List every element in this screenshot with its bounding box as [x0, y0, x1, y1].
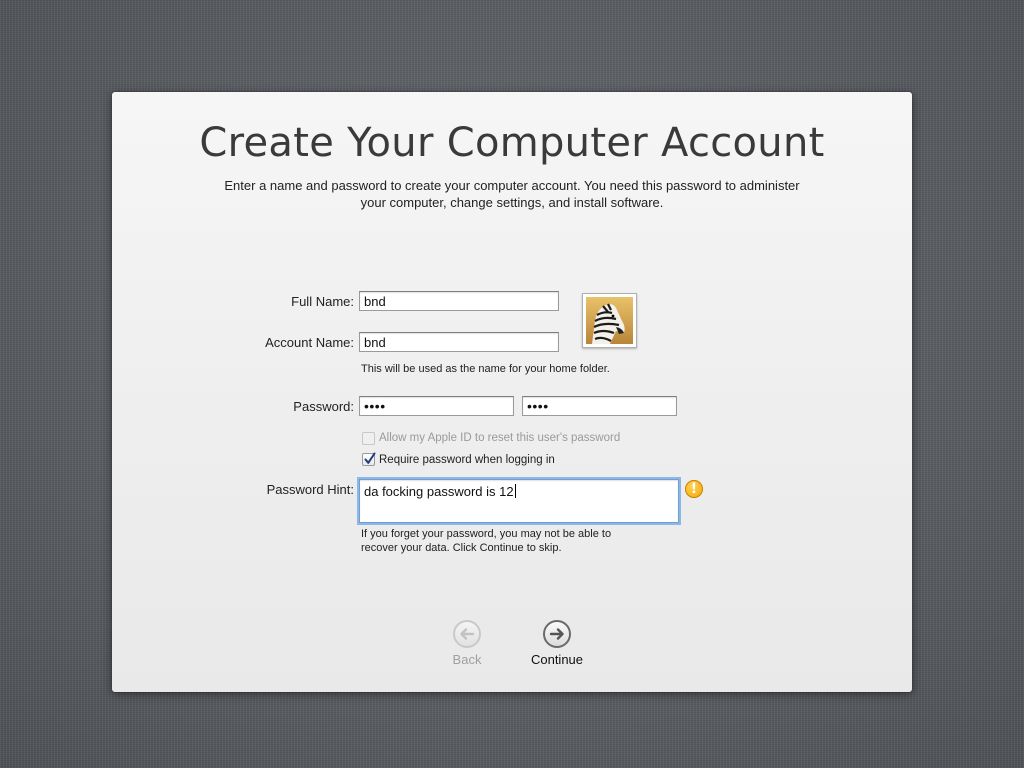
verify-password-field[interactable]: •••• [522, 396, 677, 416]
require-password-label: Require password when logging in [379, 454, 555, 466]
hint-note-line-2: recover your data. Click Continue to ski… [361, 542, 562, 554]
account-name-note: This will be used as the name for your h… [361, 363, 610, 375]
warning-icon[interactable]: ! [685, 480, 703, 498]
account-name-value: bnd [364, 335, 386, 350]
account-name-label: Account Name: [265, 335, 354, 350]
verify-password-value: •••• [527, 398, 549, 414]
password-hint-value: da focking password is 12 [364, 484, 514, 499]
checkmark-icon [364, 452, 376, 464]
back-label: Back [452, 652, 482, 667]
require-password-checkbox[interactable] [362, 452, 376, 466]
text-cursor [514, 484, 516, 498]
zebra-user-picture-icon [586, 297, 633, 344]
back-arrow-icon [453, 620, 481, 648]
continue-arrow-icon [543, 620, 571, 648]
continue-button[interactable]: Continue [522, 620, 592, 667]
page-title: Create Your Computer Account [199, 120, 825, 166]
apple-id-reset-label: Allow my Apple ID to reset this user's p… [379, 432, 621, 444]
password-value: •••• [364, 398, 386, 414]
password-hint-field[interactable]: da focking password is 12 [359, 479, 679, 523]
full-name-value: bnd [364, 294, 386, 309]
full-name-field[interactable]: bnd [359, 291, 559, 311]
continue-label: Continue [530, 652, 584, 667]
page-subtitle: Enter a name and password to create your… [224, 178, 800, 210]
user-picture-button[interactable] [582, 293, 637, 348]
apple-id-reset-checkbox[interactable] [362, 432, 375, 445]
password-hint-label: Password Hint: [266, 482, 354, 497]
setup-assistant-panel: Create Your Computer Account Enter a nam… [112, 92, 912, 692]
password-label: Password: [293, 399, 354, 414]
full-name-label: Full Name: [291, 294, 354, 309]
back-button[interactable]: Back [432, 620, 502, 667]
hint-note-line-1: If you forget your password, you may not… [361, 528, 612, 540]
password-field[interactable]: •••• [359, 396, 514, 416]
account-name-field[interactable]: bnd [359, 332, 559, 352]
